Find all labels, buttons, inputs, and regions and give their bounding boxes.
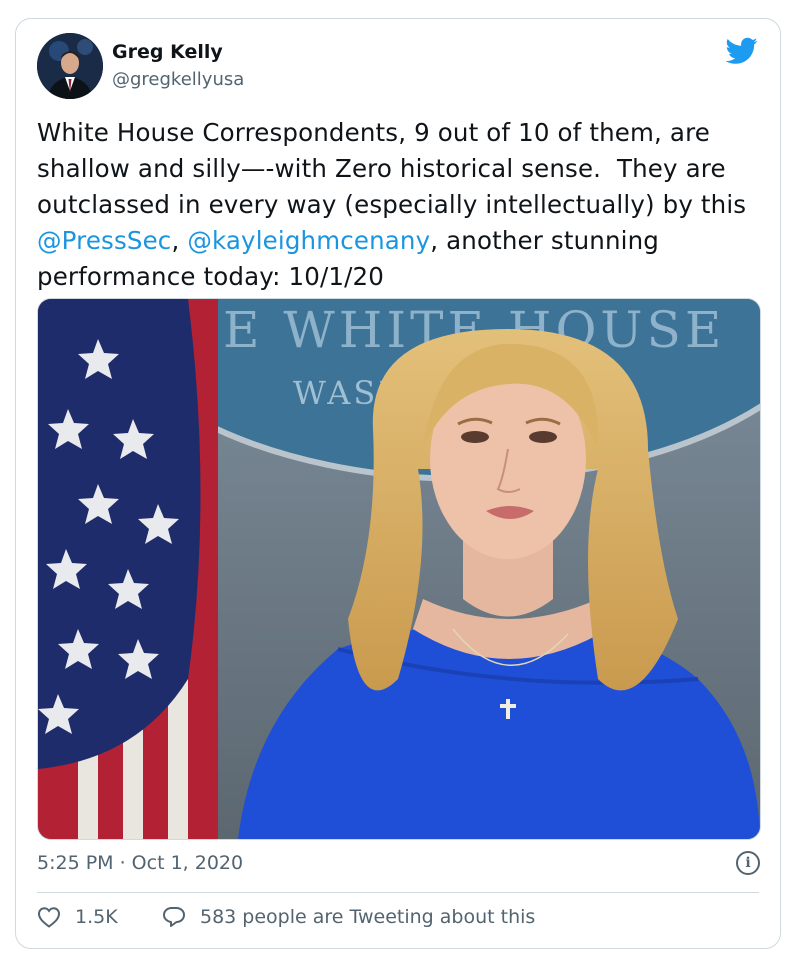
tweet-card: Greg Kelly @gregkellyusa White House Cor…: [15, 18, 781, 949]
like-count: 1.5K: [75, 906, 118, 928]
twitter-bird-icon[interactable]: [726, 37, 758, 65]
divider: [37, 892, 759, 893]
author-handle[interactable]: @gregkellyusa: [112, 69, 244, 90]
tweet-timestamp[interactable]: 5:25 PM · Oct 1, 2020: [37, 852, 243, 874]
mention-presssec[interactable]: @PressSec: [37, 226, 171, 255]
tweet-text-part-1: White House Correspondents, 9 out of 10 …: [37, 118, 763, 219]
tweet-text-part-2: ,: [171, 226, 188, 255]
speech-bubble-icon: [163, 907, 185, 927]
author-name[interactable]: Greg Kelly: [112, 41, 223, 63]
avatar[interactable]: [37, 33, 103, 99]
mention-kayleighmcenany[interactable]: @kayleighmcenany: [187, 226, 430, 255]
press-briefing-photo: THE WHITE HOUSE WASH: [38, 299, 760, 839]
avatar-image: [37, 33, 103, 99]
american-flag: [38, 299, 218, 839]
like-button[interactable]: 1.5K: [37, 906, 118, 928]
tweeting-about-text: 583 people are Tweeting about this: [200, 906, 536, 928]
info-icon[interactable]: i: [736, 851, 760, 875]
tweet-media-photo[interactable]: THE WHITE HOUSE WASH: [37, 298, 761, 840]
heart-icon: [37, 907, 61, 928]
tweet-text: White House Correspondents, 9 out of 10 …: [37, 115, 767, 295]
conversation-link[interactable]: 583 people are Tweeting about this: [162, 906, 535, 928]
